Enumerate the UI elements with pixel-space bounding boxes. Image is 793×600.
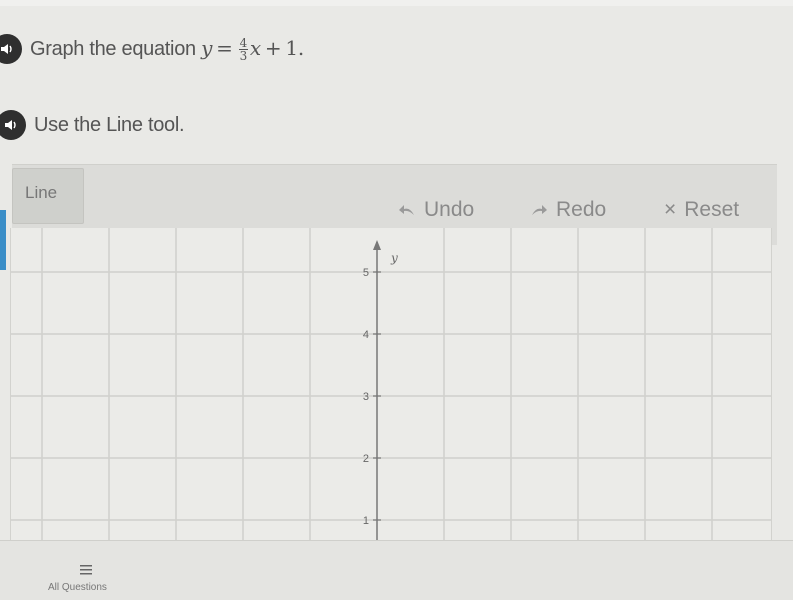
reset-button[interactable]: × Reset — [664, 198, 739, 222]
equation: y = 4 3 x +1. — [201, 36, 304, 63]
footer-bar — [0, 540, 793, 600]
graph-grid[interactable]: y 1 2 3 4 5 — [11, 228, 771, 558]
undo-button[interactable]: Undo — [398, 198, 474, 222]
side-accent — [0, 210, 6, 270]
instruction-text: Use the Line tool. — [34, 113, 185, 136]
graph-canvas[interactable]: y 1 2 3 4 5 — [10, 228, 772, 558]
speaker-icon — [1, 44, 12, 54]
question-prompt: Graph the equation y = 4 3 x +1. — [30, 36, 304, 63]
line-tool-button[interactable]: Line — [12, 168, 84, 224]
redo-arrow-icon — [532, 205, 547, 215]
fraction: 43 — [238, 36, 248, 63]
y-tick-label: 2 — [363, 453, 369, 465]
y-tick-label: 5 — [363, 267, 369, 279]
top-edge — [0, 0, 793, 6]
undo-arrow-icon — [399, 205, 414, 215]
all-questions-link[interactable]: All Questions — [48, 582, 107, 593]
audio-button-instruction[interactable] — [0, 110, 26, 140]
audio-button[interactable] — [0, 34, 22, 64]
y-tick-label: 3 — [363, 391, 369, 403]
y-tick-label: 4 — [363, 329, 369, 341]
y-axis-arrow — [373, 240, 381, 250]
y-axis-label: y — [390, 251, 398, 265]
question-row: Graph the equation y = 4 3 x +1. — [0, 34, 304, 64]
list-icon[interactable] — [78, 562, 94, 578]
instruction-row: Use the Line tool. — [0, 110, 185, 140]
redo-button[interactable]: Redo — [530, 198, 606, 222]
y-tick-label: 1 — [363, 515, 369, 527]
speaker-icon — [5, 120, 16, 130]
close-icon: × — [664, 198, 677, 221]
